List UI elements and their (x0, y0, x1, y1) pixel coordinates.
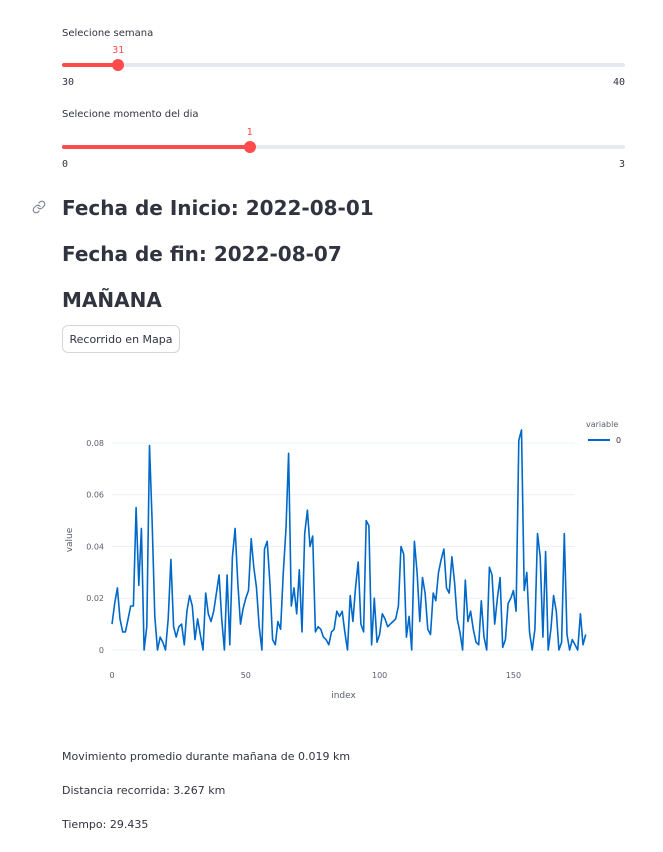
moment-slider-fill (62, 145, 250, 149)
series-line-0 (111, 429, 587, 651)
week-slider-thumb[interactable] (112, 59, 125, 71)
time-text: Tiempo: 29.435 (62, 818, 149, 831)
y-tick-label: 0.04 (86, 542, 104, 551)
x-tick-label: 150 (506, 671, 521, 680)
x-tick-label: 0 (109, 671, 114, 680)
week-slider-max: 40 (612, 77, 625, 88)
week-slider-label: Selecione semana (62, 28, 154, 39)
week-slider-min: 30 (62, 77, 75, 88)
y-tick-label: 0.06 (86, 491, 104, 500)
distance-text: Distancia recorrida: 3.267 km (62, 784, 226, 797)
link-icon[interactable] (32, 199, 46, 214)
start-date-heading: Fecha de Inicio: 2022-08-01 (62, 196, 374, 220)
moment-slider-min: 0 (62, 159, 69, 170)
week-slider-value: 31 (112, 45, 125, 56)
x-tick-label: 50 (241, 671, 251, 680)
map-route-button[interactable]: Recorrido en Mapa (62, 325, 180, 353)
y-tick-label: 0 (99, 646, 104, 655)
moment-slider-value: 1 (246, 127, 253, 138)
y-tick-label: 0.02 (86, 594, 104, 603)
week-slider-fill (62, 63, 119, 67)
movement-average-text: Movimiento promedio durante mañana de 0.… (62, 750, 351, 763)
x-tick-label: 100 (372, 671, 387, 680)
line-chart[interactable]: 0 0.02 0.04 0.06 0.08 0 50 100 150 index value vari… (0, 400, 663, 710)
moment-slider-label: Selecione momento del dia (62, 109, 199, 120)
end-date-heading: Fecha de fin: 2022-08-07 (62, 242, 342, 266)
legend-entry: 0 (616, 436, 621, 445)
legend-title: variable (586, 420, 618, 429)
period-heading: MAÑANA (62, 288, 162, 312)
y-tick-label: 0.08 (86, 439, 104, 448)
y-axis-label: value (65, 527, 75, 552)
moment-slider-max: 3 (618, 159, 625, 170)
week-slider-track[interactable] (62, 63, 625, 67)
moment-slider-thumb[interactable] (243, 141, 256, 153)
x-axis-label: index (331, 691, 356, 701)
